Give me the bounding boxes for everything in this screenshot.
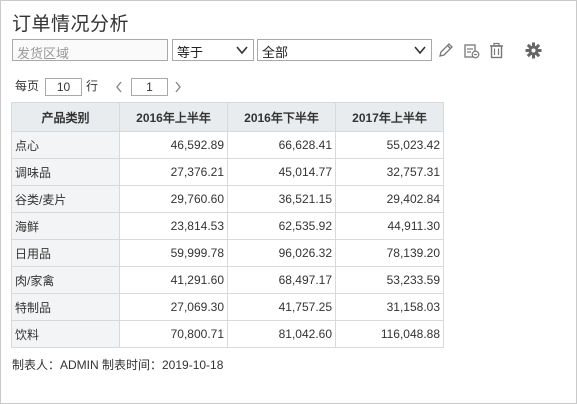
per-page-input[interactable]: 10 — [45, 78, 82, 96]
value-cell: 81,042.60 — [227, 320, 336, 348]
column-header: 2016年下半年 — [227, 102, 336, 132]
value-cell: 27,069.30 — [119, 293, 228, 321]
report-frame: 订单情况分析 发货区域 等于 全部 每页 10 行 1 产品类别 2016年上半… — [0, 0, 577, 404]
table-row: 调味品 27,376.21 45,014.77 32,757.31 — [11, 158, 444, 186]
chevron-right-icon[interactable] — [173, 79, 183, 95]
value-cell: 96,026.32 — [227, 239, 336, 267]
category-cell: 谷类/麦片 — [11, 185, 120, 213]
chevron-down-icon — [414, 46, 426, 55]
chevron-left-icon[interactable] — [114, 79, 124, 95]
table-row: 点心 46,592.89 66,628.41 55,023.42 — [11, 131, 444, 159]
value-cell: 59,999.78 — [119, 239, 228, 267]
table-header-row: 产品类别 2016年上半年 2016年下半年 2017年上半年 — [11, 102, 444, 132]
area-filter-placeholder: 发货区域 — [17, 46, 70, 61]
operator-select[interactable]: 等于 — [172, 39, 254, 61]
value-select[interactable]: 全部 — [257, 39, 432, 61]
table-row: 谷类/麦片 29,760.60 36,521.15 29,402.84 — [11, 185, 444, 213]
table-row: 海鲜 23,814.53 62,535.92 44,911.30 — [11, 212, 444, 240]
value-cell: 41,757.25 — [227, 293, 336, 321]
value-cell: 36,521.15 — [227, 185, 336, 213]
value-cell: 31,158.03 — [335, 293, 444, 321]
value-cell: 41,291.60 — [119, 266, 228, 294]
value-cell: 53,233.59 — [335, 266, 444, 294]
value-cell: 27,376.21 — [119, 158, 228, 186]
value-select-value: 全部 — [262, 45, 289, 60]
category-cell: 肉/家禽 — [11, 266, 120, 294]
clear-filter-icon[interactable] — [463, 42, 480, 59]
category-cell: 点心 — [11, 131, 120, 159]
column-header: 2016年上半年 — [119, 102, 228, 132]
value-cell: 45,014.77 — [227, 158, 336, 186]
value-cell: 29,402.84 — [335, 185, 444, 213]
category-cell: 饮料 — [11, 320, 120, 348]
pencil-icon[interactable] — [437, 42, 454, 59]
chevron-down-icon — [236, 46, 248, 55]
value-cell: 32,757.31 — [335, 158, 444, 186]
value-cell: 44,911.30 — [335, 212, 444, 240]
report-title: 订单情况分析 — [12, 14, 130, 35]
operator-value: 等于 — [177, 45, 204, 60]
gear-icon[interactable] — [525, 42, 542, 59]
table-row: 日用品 59,999.78 96,026.32 78,139.20 — [11, 239, 444, 267]
value-cell: 116,048.88 — [335, 320, 444, 348]
value-cell: 66,628.41 — [227, 131, 336, 159]
report-footer: 制表人：ADMIN 制表时间：2019-10-18 — [12, 358, 224, 372]
order-table: 产品类别 2016年上半年 2016年下半年 2017年上半年 点心 46,59… — [11, 102, 444, 348]
table-row: 特制品 27,069.30 41,757.25 31,158.03 — [11, 293, 444, 321]
column-header: 产品类别 — [11, 102, 120, 132]
value-cell: 55,023.42 — [335, 131, 444, 159]
page-number-input[interactable]: 1 — [131, 78, 168, 96]
value-cell: 78,139.20 — [335, 239, 444, 267]
column-header: 2017年上半年 — [335, 102, 444, 132]
value-cell: 29,760.60 — [119, 185, 228, 213]
per-page-label: 每页 — [15, 79, 40, 93]
value-cell: 70,800.71 — [119, 320, 228, 348]
category-cell: 特制品 — [11, 293, 120, 321]
category-cell: 日用品 — [11, 239, 120, 267]
table-row: 饮料 70,800.71 81,042.60 116,048.88 — [11, 320, 444, 348]
trash-icon[interactable] — [488, 42, 505, 59]
table-row: 肉/家禽 41,291.60 68,497.17 53,233.59 — [11, 266, 444, 294]
rows-label: 行 — [86, 79, 99, 93]
value-cell: 46,592.89 — [119, 131, 228, 159]
category-cell: 调味品 — [11, 158, 120, 186]
value-cell: 23,814.53 — [119, 212, 228, 240]
value-cell: 62,535.92 — [227, 212, 336, 240]
value-cell: 68,497.17 — [227, 266, 336, 294]
category-cell: 海鲜 — [11, 212, 120, 240]
area-filter-input[interactable]: 发货区域 — [12, 39, 168, 61]
